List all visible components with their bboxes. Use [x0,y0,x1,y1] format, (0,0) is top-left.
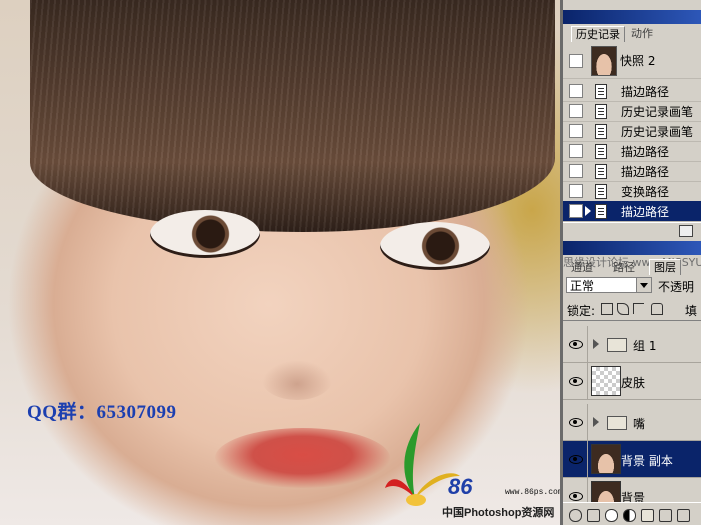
panels-column: 历史记录 动作 快照 2 描边路径 历史记录画笔 历史记录画笔 描边路径 描边路… [563,0,701,525]
history-snapshot[interactable]: 快照 2 [563,42,701,79]
layer-name: 组 1 [633,339,657,353]
tab-actions[interactable]: 动作 [627,26,657,41]
snapshot-thumbnail [591,46,617,76]
history-item-label: 描边路径 [621,85,670,99]
layer-name: 嘴 [633,417,646,431]
history-item-label: 历史记录画笔 [621,105,694,119]
history-source-checkbox[interactable] [569,54,583,68]
history-item[interactable]: 描边路径 [563,81,701,102]
expand-triangle-icon[interactable] [593,417,599,427]
lock-paint-icon[interactable] [617,303,629,315]
visibility-eye-icon[interactable] [568,415,583,429]
blend-mode-value: 正常 [570,279,595,293]
history-item[interactable]: 描边路径 [563,141,701,162]
tab-paths[interactable]: 路径 [609,260,639,275]
lock-transparency-icon[interactable] [601,303,613,315]
photo-hair-region [30,0,555,232]
blend-row: 正常 不透明 [563,274,701,296]
logo-86-text: 86 [448,474,473,499]
visibility-eye-icon[interactable] [568,489,583,503]
layer-separator [587,441,588,477]
history-step-icon [595,204,607,219]
adjustment-layer-icon[interactable] [623,509,636,522]
tab-channels[interactable]: 通道 [567,260,597,275]
history-item[interactable]: 变换路径 [563,181,701,202]
history-step-icon [595,164,607,179]
link-layers-icon[interactable] [569,509,582,522]
lock-all-icon[interactable] [651,303,663,315]
visibility-eye-icon[interactable] [568,452,583,466]
history-source-checkbox[interactable] [569,184,583,198]
history-item[interactable]: 历史记录画笔 [563,121,701,142]
folder-icon [607,338,627,352]
current-state-arrow-icon [585,206,591,216]
layers-footer [563,502,701,525]
history-source-checkbox[interactable] [569,164,583,178]
lock-label: 锁定: [567,304,596,318]
history-item[interactable]: 历史记录画笔 [563,101,701,122]
lock-row: 锁定: 填 [563,298,701,321]
history-step-icon [595,124,607,139]
layer-separator [587,363,588,399]
logo-site-name: 中国Photoshop资源网 [442,507,555,519]
history-item-label: 描边路径 [621,205,670,219]
layer-row-selected[interactable]: 背景 副本 [563,441,701,478]
history-panel-titlebar[interactable] [563,10,701,24]
history-step-icon [595,184,607,199]
logo-url-text: www.86ps.com [505,488,560,497]
layers-tabs: 通道 路径 图层 [563,256,701,275]
layer-separator [587,404,588,440]
history-source-checkbox[interactable] [569,84,583,98]
new-layer-icon[interactable] [659,509,672,522]
expand-triangle-icon[interactable] [593,339,599,349]
new-group-icon[interactable] [641,509,654,522]
layer-row[interactable]: 组 1 [563,326,701,363]
visibility-eye-icon[interactable] [568,337,583,351]
history-item-label: 描边路径 [621,145,670,159]
folder-icon [607,416,627,430]
photo-left-eye [150,210,260,258]
snapshot-label: 快照 2 [620,54,656,68]
qq-group-text: QQ群：65307099 [27,402,177,423]
layer-style-icon[interactable] [587,509,600,522]
history-item-label: 描边路径 [621,165,670,179]
layer-thumbnail [591,366,621,396]
history-source-checkbox[interactable] [569,104,583,118]
layers-panel-titlebar[interactable] [563,241,701,255]
history-item-selected[interactable]: 描边路径 [563,201,701,222]
opacity-label: 不透明 [658,280,695,294]
layer-row[interactable]: 嘴 [563,404,701,441]
history-step-icon [595,144,607,159]
chevron-down-icon[interactable] [636,278,651,292]
tab-history[interactable]: 历史记录 [571,26,625,42]
history-source-checkbox[interactable] [569,124,583,138]
history-step-icon [595,84,607,99]
history-step-icon [595,104,607,119]
document-canvas[interactable]: QQ群：65307099 86 www.86ps.com 中国Photoshop… [0,0,560,525]
layer-row[interactable]: 皮肤 [563,363,701,400]
blend-mode-select[interactable]: 正常 [566,277,652,293]
layer-name: 背景 副本 [621,454,673,468]
history-item[interactable]: 描边路径 [563,161,701,182]
trash-icon[interactable] [677,509,690,522]
new-document-icon[interactable] [679,225,693,237]
history-footer [563,222,701,239]
history-tabs: 历史记录 动作 [563,26,701,42]
photo-nose [262,360,332,400]
layer-thumbnail [591,444,621,474]
layer-separator [587,326,588,362]
tab-layers[interactable]: 图层 [649,259,681,275]
lock-move-icon[interactable] [633,303,644,314]
visibility-eye-icon[interactable] [568,374,583,388]
history-source-checkbox[interactable] [569,144,583,158]
history-item-label: 变换路径 [621,185,670,199]
photo-right-eye [380,222,490,270]
layer-name: 皮肤 [621,376,646,390]
photo-mouth [215,428,390,488]
history-item-label: 历史记录画笔 [621,125,694,139]
fill-label: 填 [685,304,698,318]
layer-mask-icon[interactable] [605,509,618,522]
history-source-checkbox[interactable] [569,204,583,218]
